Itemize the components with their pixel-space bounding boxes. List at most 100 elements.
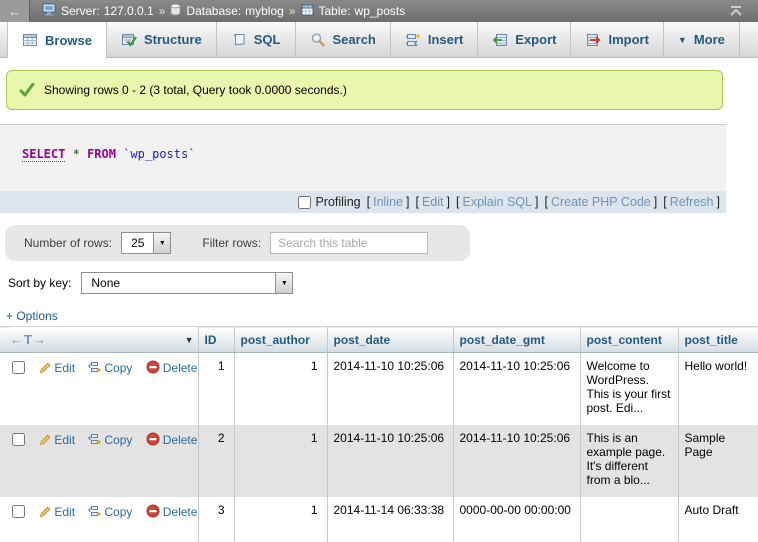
tab-label: Insert	[428, 32, 463, 47]
bracket: ]	[535, 195, 538, 209]
success-message: Showing rows 0 - 2 (3 total, Query took …	[6, 70, 723, 110]
select-arrow-icon: ▼	[275, 273, 292, 293]
column-header-id[interactable]: ID	[198, 327, 234, 353]
edit-pencil-icon	[38, 433, 51, 449]
sql-keyword-from: FROM	[87, 147, 116, 161]
number-of-rows-select[interactable]: 25 ▼	[121, 232, 171, 254]
tab-insert[interactable]: Insert	[391, 22, 478, 57]
breadcrumb-table-link[interactable]: Table: wp_posts	[319, 4, 406, 18]
delete-icon	[146, 432, 160, 449]
insert-icon	[405, 32, 421, 48]
row-checkbox[interactable]	[12, 505, 25, 518]
bracket: ]	[406, 195, 409, 209]
row-checkbox[interactable]	[12, 433, 25, 446]
bracket: [	[456, 195, 459, 209]
edit-link[interactable]: Edit	[54, 433, 75, 447]
copy-icon	[88, 361, 101, 377]
column-reorder-icon[interactable]: ←T→	[10, 332, 47, 347]
cell-post-content: This is an example page. It's different …	[580, 425, 678, 497]
options-toggle-link[interactable]: + Options	[6, 309, 58, 323]
tab-more[interactable]: ▼ More	[664, 22, 740, 57]
cell-post-author: 1	[234, 353, 327, 425]
table-row: Edit Copy Delete 3 1 2014-11-14 06:33:38…	[0, 497, 758, 542]
tab-label: Export	[515, 32, 556, 47]
tab-sql[interactable]: SQL	[217, 22, 296, 57]
select-arrow-icon: ▼	[153, 233, 170, 253]
search-icon	[310, 32, 326, 48]
back-button[interactable]: ←	[0, 0, 30, 22]
sort-by-key-select[interactable]: None ▼	[81, 272, 293, 294]
filter-rows-input[interactable]	[270, 232, 428, 254]
inline-link[interactable]: Inline	[373, 195, 403, 209]
column-header-post-title[interactable]: post_title	[678, 327, 758, 353]
edit-link[interactable]: Edit	[54, 505, 75, 519]
tab-structure[interactable]: Structure	[107, 22, 217, 57]
column-header-post-content[interactable]: post_content	[580, 327, 678, 353]
cell-post-date: 2014-11-14 06:33:38	[327, 497, 453, 542]
bracket: [	[544, 195, 547, 209]
tab-label: Import	[608, 32, 648, 47]
column-header-post-author[interactable]: post_author	[234, 327, 327, 353]
number-of-rows-label: Number of rows:	[24, 236, 112, 250]
profiling-checkbox[interactable]	[298, 196, 311, 209]
tab-label: More	[694, 32, 725, 47]
explain-sql-link[interactable]: Explain SQL	[462, 195, 531, 209]
copy-link[interactable]: Copy	[104, 361, 132, 375]
delete-link[interactable]: Delete	[163, 433, 198, 447]
create-php-code-link[interactable]: Create PHP Code	[551, 195, 651, 209]
edit-pencil-icon	[38, 505, 51, 521]
breadcrumb: Server: 127.0.0.1 » Database: myblog » T…	[40, 3, 405, 19]
bracket: [	[367, 195, 370, 209]
cell-post-content	[580, 497, 678, 542]
chevron-down-icon: ▼	[678, 35, 687, 45]
edit-link[interactable]: Edit	[54, 361, 75, 375]
cell-post-date: 2014-11-10 10:25:06	[327, 425, 453, 497]
tab-browse[interactable]: Browse	[7, 22, 107, 58]
breadcrumb-server-link[interactable]: Server: 127.0.0.1	[61, 4, 154, 18]
refresh-link[interactable]: Refresh	[670, 195, 714, 209]
tab-label: Search	[333, 32, 376, 47]
tab-label: Browse	[45, 33, 92, 48]
delete-link[interactable]: Delete	[163, 361, 198, 375]
cell-post-date-gmt: 0000-00-00 00:00:00	[453, 497, 580, 542]
sort-row: Sort by key: None ▼	[8, 272, 758, 294]
rows-control-bar: Number of rows: 25 ▼ Filter rows:	[5, 225, 470, 261]
filter-rows-label: Filter rows:	[202, 236, 261, 250]
delete-link[interactable]: Delete	[163, 505, 198, 519]
row-checkbox[interactable]	[12, 361, 25, 374]
table-row: Edit Copy Delete 1 1 2014-11-10 10:25:06…	[0, 353, 758, 425]
tab-search[interactable]: Search	[296, 22, 391, 57]
copy-link[interactable]: Copy	[104, 433, 132, 447]
edit-pencil-icon	[38, 361, 51, 377]
tab-label: Structure	[144, 32, 202, 47]
column-header-post-date-gmt[interactable]: post_date_gmt	[453, 327, 580, 353]
tab-import[interactable]: Import	[571, 22, 663, 57]
database-icon	[170, 3, 181, 19]
table-header-row: ←T→ ▼ ID post_author post_date post_date…	[0, 327, 758, 353]
cell-post-date-gmt: 2014-11-10 10:25:06	[453, 353, 580, 425]
import-icon	[585, 32, 601, 48]
export-icon	[492, 32, 508, 48]
results-table: ←T→ ▼ ID post_author post_date post_date…	[0, 326, 758, 542]
sort-options-icon[interactable]: ▼	[185, 335, 194, 345]
browse-icon	[22, 32, 38, 48]
breadcrumb-separator: »	[159, 4, 166, 18]
breadcrumb-database-link[interactable]: Database: myblog	[186, 4, 283, 18]
collapse-panel-icon[interactable]	[728, 5, 744, 17]
cell-post-title: Hello world!	[678, 353, 758, 425]
cell-post-content: Welcome to WordPress. This is your first…	[580, 353, 678, 425]
copy-link[interactable]: Copy	[104, 505, 132, 519]
column-header-post-date[interactable]: post_date	[327, 327, 453, 353]
success-text: Showing rows 0 - 2 (3 total, Query took …	[44, 83, 347, 97]
cell-post-date: 2014-11-10 10:25:06	[327, 353, 453, 425]
query-box: SELECT * FROM `wp_posts` Profiling [ Inl…	[0, 124, 726, 213]
tab-label: SQL	[254, 32, 281, 47]
sort-by-key-label: Sort by key:	[8, 276, 71, 290]
bracket: ]	[654, 195, 657, 209]
sql-keyword-select: SELECT	[22, 147, 65, 162]
tab-export[interactable]: Export	[478, 22, 571, 57]
cell-post-date-gmt: 2014-11-10 10:25:06	[453, 425, 580, 497]
edit-query-link[interactable]: Edit	[422, 195, 444, 209]
breadcrumb-bar: ← Server: 127.0.0.1 » Database: myblog »…	[0, 0, 758, 22]
table-row: Edit Copy Delete 2 1 2014-11-10 10:25:06…	[0, 425, 758, 497]
